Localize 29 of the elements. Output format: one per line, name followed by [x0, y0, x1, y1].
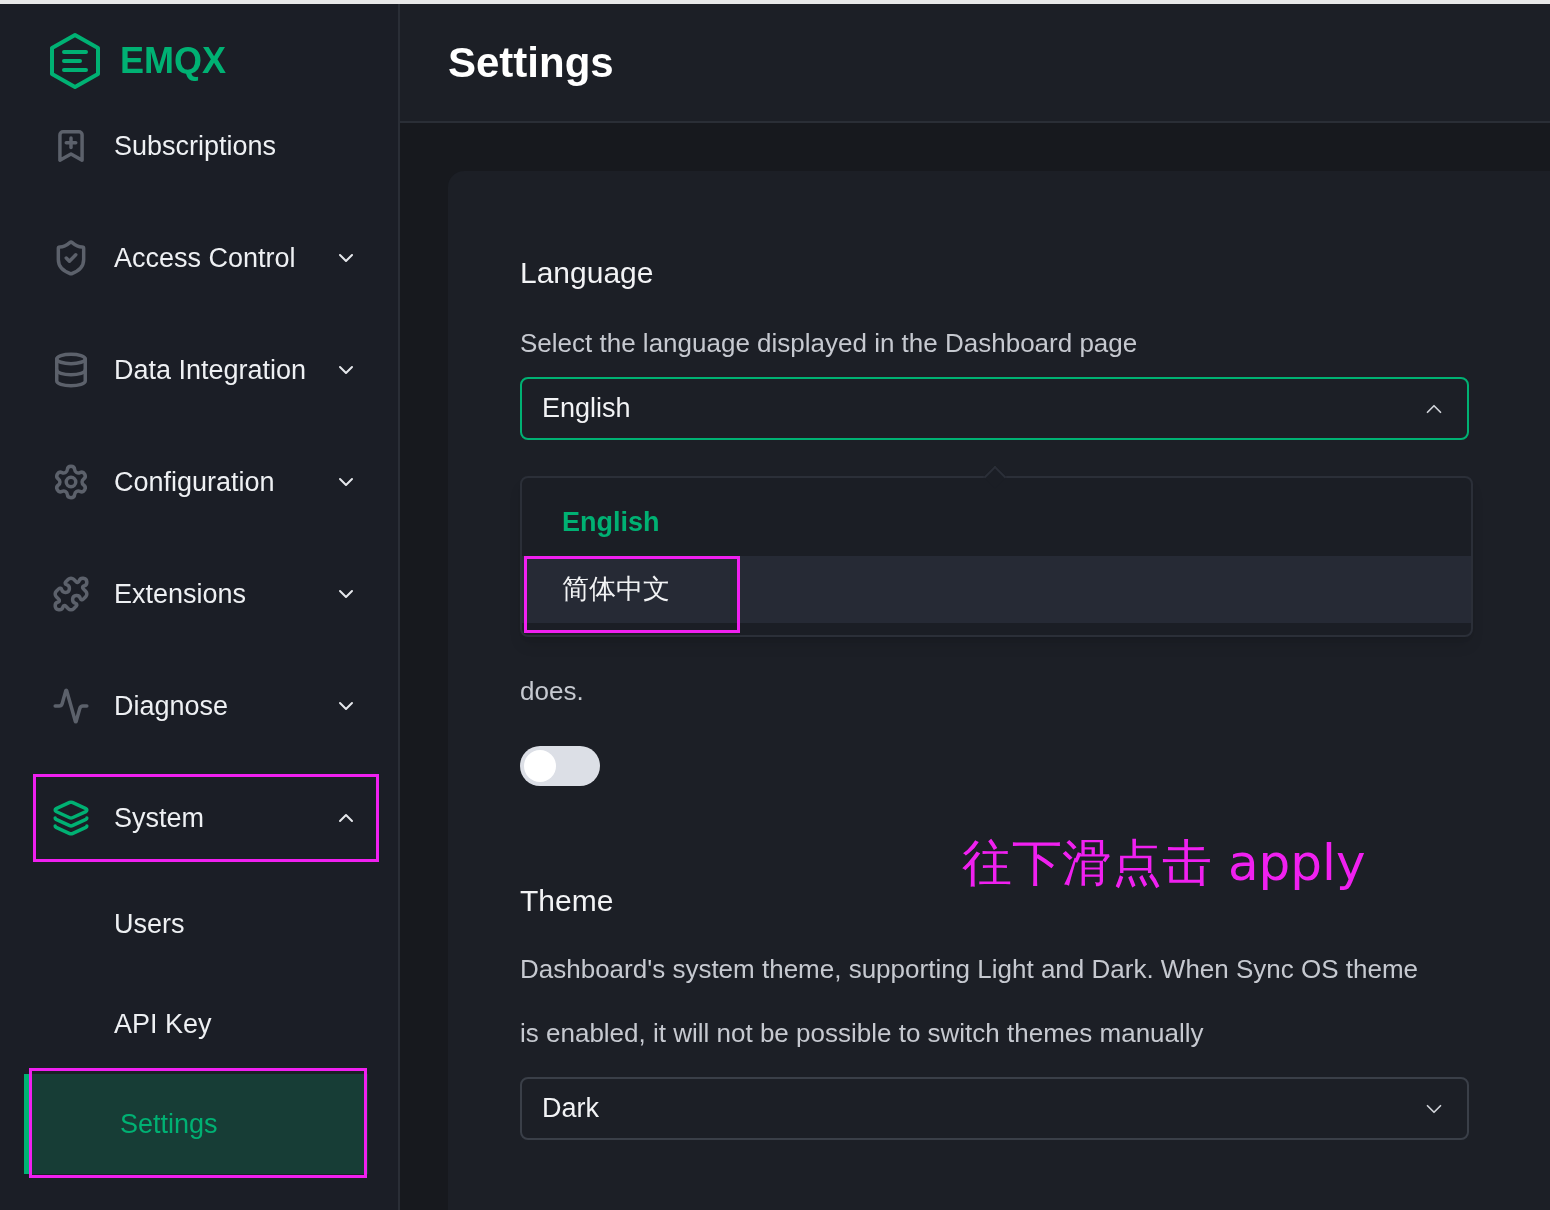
layers-icon — [52, 799, 90, 837]
sidebar-item[interactable]: Configuration — [0, 426, 398, 538]
dropdown-option[interactable]: 简体中文 — [522, 556, 1471, 623]
sidebar-item[interactable]: Diagnose — [0, 650, 398, 762]
sidebar-item[interactable]: Subscriptions — [0, 90, 398, 202]
database-icon — [52, 351, 90, 389]
brand-name: EMQX — [120, 39, 226, 83]
dropdown-option[interactable]: English — [522, 489, 1471, 556]
annotation-text: 往下滑点击 apply — [962, 833, 1366, 894]
sidebar-item[interactable]: Data Integration — [0, 314, 398, 426]
section-title: Theme — [520, 883, 615, 919]
sidebar-item[interactable]: Extensions — [0, 538, 398, 650]
section-description: does. — [520, 675, 585, 708]
sidebar-item[interactable]: Access Control — [0, 202, 398, 314]
sidebar-subitem[interactable]: Users — [24, 874, 368, 974]
select-field[interactable]: Dark — [520, 1077, 1469, 1140]
select-field[interactable]: English — [520, 377, 1469, 440]
section-description: Dashboard's system theme, supporting Light and Dark. When Sync OS theme is enabled, it will not be possible to switch themes manually — [520, 953, 1420, 1050]
section-description: Select the language displayed in the Dashboard page — [520, 327, 1139, 360]
section-title: Language — [520, 255, 655, 291]
sidebar-subitem[interactable]: API Key — [24, 974, 368, 1074]
pulse-icon — [52, 687, 90, 725]
sidebar-subitem[interactable]: Settings — [24, 1074, 368, 1174]
sidebar-item[interactable]: System — [0, 762, 398, 874]
page-title: Settings — [448, 38, 614, 88]
gear-icon — [52, 463, 90, 501]
toggle-switch[interactable] — [520, 746, 600, 786]
hexagon-logo-icon — [48, 32, 102, 90]
puzzle-icon — [52, 575, 90, 613]
